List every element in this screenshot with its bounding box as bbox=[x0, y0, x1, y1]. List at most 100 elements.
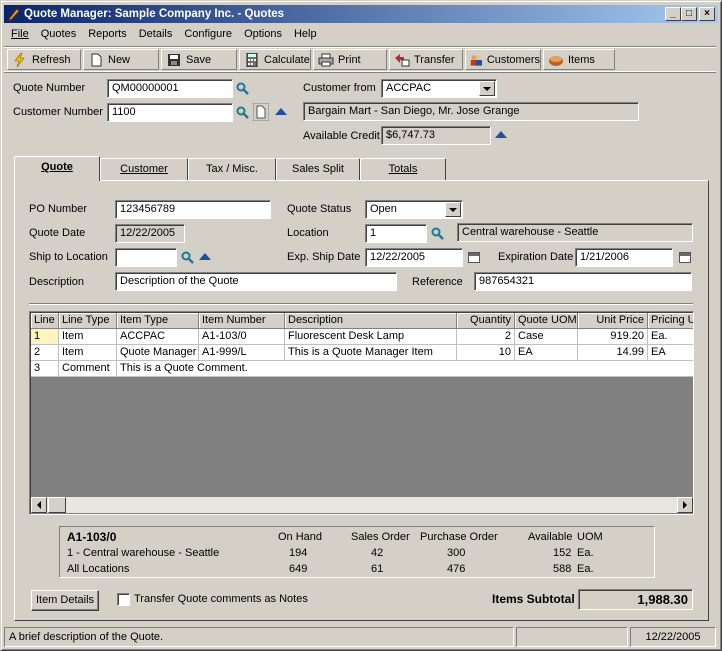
calendar-icon[interactable] bbox=[679, 252, 691, 263]
reference-input[interactable]: 987654321 bbox=[474, 272, 692, 291]
location-input[interactable]: 1 bbox=[365, 224, 427, 243]
calendar-icon[interactable] bbox=[468, 252, 480, 263]
col-quote-uom[interactable]: Quote UOM bbox=[515, 313, 578, 329]
customer-notes-icon[interactable] bbox=[253, 103, 269, 121]
available-credit-field: $6,747.73 bbox=[381, 126, 491, 145]
location-description: Central warehouse - Seattle bbox=[457, 223, 693, 242]
avail-on-hand: 649 bbox=[289, 563, 308, 575]
location-label: Location bbox=[287, 227, 329, 239]
col-pricing-uom[interactable]: Pricing UOM bbox=[648, 313, 693, 329]
quote-status-value: Open bbox=[370, 203, 397, 215]
cell-unit-price: 14.99 bbox=[578, 345, 648, 361]
cell-unit-price: 919.20 bbox=[578, 329, 648, 345]
col-unit-price[interactable]: Unit Price bbox=[578, 313, 648, 329]
credit-drilldown-icon[interactable] bbox=[495, 131, 507, 138]
po-number-input[interactable]: 123456789 bbox=[115, 200, 271, 219]
cell-line: 2 bbox=[31, 345, 59, 361]
cell-item-type: Quote Manager bbox=[117, 345, 199, 361]
quote-lines-grid[interactable]: Line Line Type Item Type Item Number Des… bbox=[29, 311, 694, 515]
divider bbox=[29, 303, 693, 305]
table-row[interactable]: 2 Item Quote Manager A1-999/L This is a … bbox=[31, 345, 693, 361]
customer-from-value: ACCPAC bbox=[386, 82, 432, 94]
status-bar: A brief description of the Quote. 12/22/… bbox=[4, 627, 718, 647]
scroll-right-button[interactable] bbox=[677, 497, 693, 513]
scroll-left-button[interactable] bbox=[31, 497, 47, 513]
customers-label: Customers bbox=[486, 53, 540, 66]
avail-sales-order: 61 bbox=[371, 563, 384, 575]
exp-ship-date-input[interactable]: 12/22/2005 bbox=[365, 248, 463, 267]
cell-line: 3 bbox=[31, 361, 59, 377]
print-label: Print bbox=[338, 53, 361, 66]
tab-customer[interactable]: Customer bbox=[100, 158, 188, 180]
col-quantity[interactable]: Quantity bbox=[457, 313, 515, 329]
avail-available: 588 bbox=[553, 563, 572, 575]
close-button[interactable]: × bbox=[699, 7, 715, 21]
ship-to-input[interactable] bbox=[115, 248, 177, 267]
maximize-button[interactable]: □ bbox=[681, 7, 697, 21]
new-button[interactable]: New bbox=[83, 49, 159, 70]
col-item-type[interactable]: Item Type bbox=[117, 313, 199, 329]
calculator-icon bbox=[246, 52, 258, 67]
avail-on-hand: 194 bbox=[289, 547, 308, 559]
tab-tax-misc[interactable]: Tax / Misc. bbox=[188, 158, 276, 180]
lightning-icon bbox=[14, 52, 25, 67]
items-button[interactable]: Items bbox=[543, 49, 615, 70]
status-date: 12/22/2005 bbox=[630, 627, 716, 647]
refresh-button[interactable]: Refresh bbox=[7, 49, 81, 70]
menu-options[interactable]: Options bbox=[238, 26, 288, 44]
menu-reports[interactable]: Reports bbox=[82, 26, 133, 44]
cell-comment: This is a Quote Comment. bbox=[117, 361, 693, 377]
minimize-button[interactable]: _ bbox=[665, 7, 681, 21]
tab-quote[interactable]: Quote bbox=[14, 156, 100, 181]
transfer-comments-checkbox[interactable] bbox=[117, 593, 130, 606]
avail-available: 152 bbox=[553, 547, 572, 559]
tab-sales-split[interactable]: Sales Split bbox=[276, 158, 360, 180]
quote-status-label: Quote Status bbox=[287, 203, 352, 215]
menu-help[interactable]: Help bbox=[288, 26, 323, 44]
expiration-date-input[interactable]: 1/21/2006 bbox=[575, 248, 673, 267]
item-details-button[interactable]: Item Details bbox=[31, 590, 99, 611]
table-row[interactable]: 3 Comment This is a Quote Comment. bbox=[31, 361, 693, 377]
table-row[interactable]: 1 Item ACCPAC A1-103/0 Fluorescent Desk … bbox=[31, 329, 693, 345]
description-input[interactable]: Description of the Quote bbox=[115, 272, 397, 291]
scroll-thumb[interactable] bbox=[48, 497, 66, 513]
col-description[interactable]: Description bbox=[285, 313, 457, 329]
chevron-down-icon[interactable] bbox=[479, 81, 495, 96]
customer-drilldown-icon[interactable] bbox=[275, 108, 287, 115]
quote-date-field: 12/22/2005 bbox=[115, 224, 185, 243]
transfer-button[interactable]: Transfer bbox=[389, 49, 463, 70]
cell-quantity: 10 bbox=[457, 345, 515, 361]
cell-item-number: A1-103/0 bbox=[199, 329, 285, 345]
customer-from-select[interactable]: ACCPAC bbox=[381, 79, 497, 98]
menu-file[interactable]: File bbox=[5, 26, 35, 44]
calculate-button[interactable]: Calculate bbox=[239, 49, 311, 70]
tab-totals[interactable]: Totals bbox=[360, 158, 446, 180]
customers-button[interactable]: Customers bbox=[465, 49, 541, 70]
location-search-icon[interactable] bbox=[431, 227, 444, 240]
search-icon[interactable] bbox=[236, 82, 249, 95]
customer-number-input[interactable]: 1100 bbox=[107, 103, 233, 122]
customer-from-label: Customer from bbox=[303, 82, 376, 94]
menu-details[interactable]: Details bbox=[133, 26, 179, 44]
avail-row-label: 1 - Central warehouse - Seattle bbox=[67, 547, 220, 559]
ship-to-search-icon[interactable] bbox=[181, 251, 194, 264]
quote-status-select[interactable]: Open bbox=[365, 200, 463, 219]
quote-number-input[interactable]: QM00000001 bbox=[107, 79, 233, 98]
availability-item: A1-103/0 bbox=[67, 530, 117, 544]
quote-number-label: Quote Number bbox=[13, 82, 86, 94]
menu-quotes[interactable]: Quotes bbox=[35, 26, 82, 44]
cell-line-type: Item bbox=[59, 345, 117, 361]
save-button[interactable]: Save bbox=[161, 49, 237, 70]
customer-search-icon[interactable] bbox=[236, 106, 249, 119]
avail-header-uom: UOM bbox=[577, 531, 603, 543]
ship-to-drilldown-icon[interactable] bbox=[199, 253, 211, 260]
menu-configure[interactable]: Configure bbox=[178, 26, 238, 44]
quote-date-label: Quote Date bbox=[29, 227, 86, 239]
avail-purchase-order: 476 bbox=[447, 563, 466, 575]
col-item-number[interactable]: Item Number bbox=[199, 313, 285, 329]
col-line-type[interactable]: Line Type bbox=[59, 313, 117, 329]
chevron-down-icon[interactable] bbox=[445, 202, 461, 217]
print-button[interactable]: Print bbox=[313, 49, 387, 70]
horizontal-scrollbar[interactable] bbox=[31, 497, 693, 513]
col-line[interactable]: Line bbox=[31, 313, 59, 329]
